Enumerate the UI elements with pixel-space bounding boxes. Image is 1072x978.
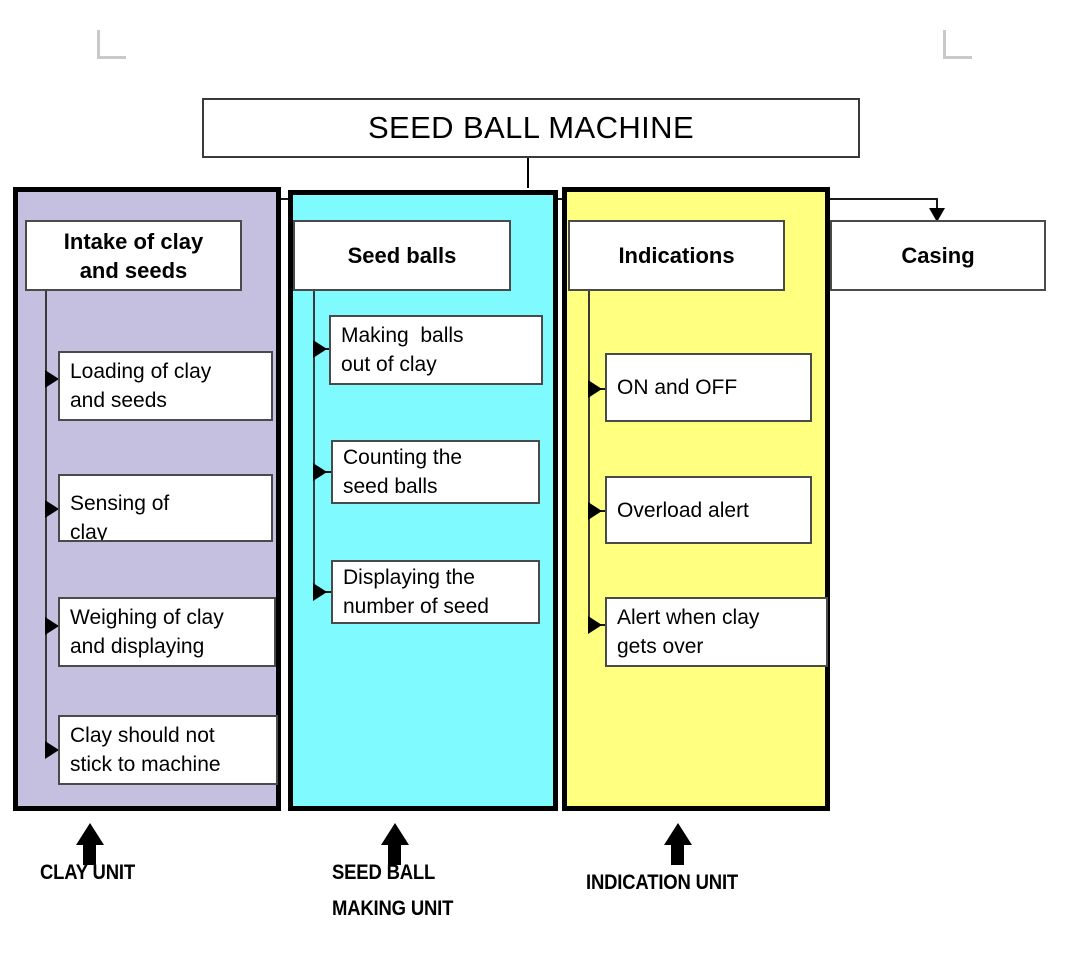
indication-item-label-3: Alert when clay gets over — [617, 606, 760, 658]
clay-branch-arrow-1-icon — [45, 370, 59, 388]
caption-indication-unit: INDICATION UNIT — [586, 871, 739, 894]
seed-item-box-2[interactable]: Counting the seed balls — [331, 440, 540, 504]
clay-unit-trunk-line — [45, 291, 47, 751]
seed-branch-arrow-3-icon — [313, 583, 327, 601]
diagram-title-box: SEED BALL MACHINE — [202, 98, 860, 158]
seed-unit-header-box[interactable]: Seed balls — [293, 220, 511, 291]
clay-item-label-1: Loading of clay and seeds — [70, 360, 212, 412]
clay-item-box-1[interactable]: Loading of clay and seeds — [58, 351, 273, 421]
clay-item-label-3: Weighing of clay and displaying — [70, 606, 224, 658]
indication-item-label-1: ON and OFF — [617, 376, 738, 399]
casing-label: Casing — [901, 243, 975, 268]
callout-arrow-indication — [664, 823, 692, 865]
indication-item-box-1[interactable]: ON and OFF — [605, 353, 812, 422]
callout-arrow-seed-head-icon — [381, 823, 409, 845]
clay-branch-arrow-3-icon — [45, 617, 59, 635]
title-connector-stem — [527, 158, 529, 188]
seed-item-box-3[interactable]: Displaying the number of seed — [331, 560, 540, 624]
caption-clay-unit: CLAY UNIT — [40, 861, 135, 884]
indication-item-label-2: Overload alert — [617, 498, 749, 522]
casing-box[interactable]: Casing — [830, 220, 1046, 291]
diagram-title-text: SEED BALL MACHINE — [367, 110, 695, 145]
clay-item-label-2: Sensing of clay — [70, 492, 170, 542]
clay-branch-arrow-2-icon — [45, 500, 59, 518]
seed-branch-arrow-1-icon — [313, 340, 327, 358]
caption-seed-ball-making-unit: SEED BALL MAKING UNIT — [332, 861, 454, 920]
indication-branch-arrow-3-icon — [588, 616, 602, 634]
clay-item-box-2[interactable]: Sensing of clay — [58, 474, 273, 542]
indication-branch-arrow-2-icon — [588, 502, 602, 520]
seed-item-label-1: Making balls out of clay — [341, 324, 464, 376]
seed-branch-arrow-2-icon — [313, 463, 327, 481]
clay-item-box-4[interactable]: Clay should not stick to machine — [58, 715, 278, 785]
clay-branch-arrow-4-icon — [45, 741, 59, 759]
indication-item-box-2[interactable]: Overload alert — [605, 476, 812, 544]
seed-item-label-3: Displaying the number of seed — [343, 566, 489, 618]
callout-arrow-indication-head-icon — [664, 823, 692, 845]
diagram-canvas: SEED BALL MACHINE Intake of clay and see… — [0, 0, 1072, 978]
crop-mark-right-icon — [943, 30, 972, 59]
seed-item-box-1[interactable]: Making balls out of clay — [329, 315, 543, 385]
clay-item-box-3[interactable]: Weighing of clay and displaying — [58, 597, 276, 667]
callout-arrow-clay-head-icon — [76, 823, 104, 845]
indication-unit-trunk-line — [588, 291, 590, 626]
seed-item-label-2: Counting the seed balls — [343, 446, 463, 498]
indication-item-box-3[interactable]: Alert when clay gets over — [605, 597, 828, 667]
clay-unit-header-label: Intake of clay and seeds — [63, 228, 204, 283]
indication-unit-header-label: Indications — [618, 243, 735, 268]
seed-unit-header-label: Seed balls — [347, 243, 457, 268]
clay-unit-header-box[interactable]: Intake of clay and seeds — [25, 220, 242, 291]
seed-unit-trunk-line — [313, 291, 315, 593]
indication-unit-header-box[interactable]: Indications — [568, 220, 785, 291]
indication-branch-arrow-1-icon — [588, 380, 602, 398]
clay-item-label-4: Clay should not stick to machine — [70, 724, 221, 776]
crop-mark-left-icon — [97, 30, 126, 59]
callout-arrow-indication-tail — [671, 843, 684, 865]
